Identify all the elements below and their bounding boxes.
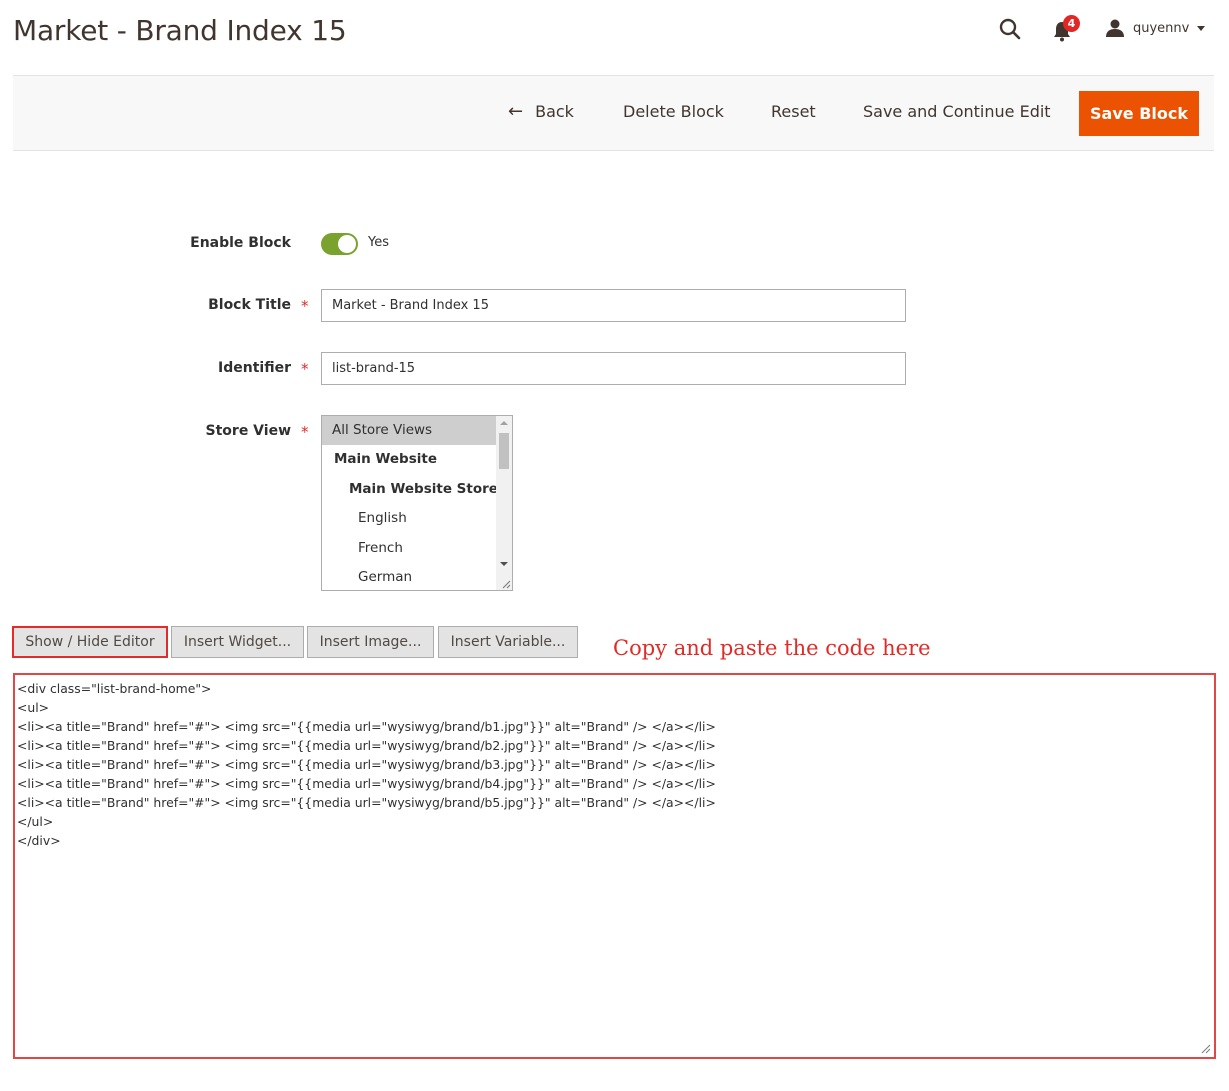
save-continue-button[interactable]: Save and Continue Edit [863, 89, 1051, 135]
store-option-all[interactable]: All Store Views [322, 416, 496, 446]
store-option-english[interactable]: English [322, 504, 496, 533]
show-hide-editor-button[interactable]: Show / Hide Editor [12, 626, 168, 658]
required-asterisk: * [301, 423, 309, 441]
insert-variable-button[interactable]: Insert Variable... [438, 626, 578, 658]
enable-block-toggle[interactable] [321, 233, 358, 255]
page-title: Market - Brand Index 15 [13, 14, 347, 47]
required-asterisk: * [301, 360, 309, 378]
code-line: <li><a title="Brand" href="#"> <img src=… [17, 776, 716, 791]
back-button[interactable]: ← Back [508, 89, 574, 135]
insert-widget-button[interactable]: Insert Widget... [171, 626, 304, 658]
required-asterisk: * [301, 297, 309, 315]
hint-annotation: Copy and paste the code here [613, 636, 931, 660]
reset-button[interactable]: Reset [771, 89, 816, 135]
code-line: </ul> [17, 814, 54, 829]
identifier-input[interactable] [321, 352, 906, 385]
store-list-scrollbar[interactable] [496, 416, 512, 590]
back-label: Back [535, 102, 574, 121]
block-title-label: Block Title [208, 297, 291, 313]
code-line: <li><a title="Brand" href="#"> <img src=… [17, 719, 716, 734]
scroll-up-icon[interactable] [500, 421, 508, 425]
insert-image-button[interactable]: Insert Image... [307, 626, 434, 658]
caret-down-icon [1197, 25, 1206, 31]
search-icon[interactable] [998, 17, 1022, 41]
enable-block-label: Enable Block [190, 235, 291, 251]
resize-grip-icon[interactable] [502, 580, 511, 589]
username: quyennv [1133, 20, 1190, 36]
identifier-label: Identifier [218, 360, 291, 376]
arrow-left-icon: ← [508, 101, 524, 122]
textarea-resize-icon[interactable] [1201, 1044, 1211, 1054]
code-line: <li><a title="Brand" href="#"> <img src=… [17, 795, 716, 810]
notification-badge: 4 [1063, 15, 1080, 32]
store-view-label: Store View [205, 423, 291, 439]
code-line: <li><a title="Brand" href="#"> <img src=… [17, 757, 716, 772]
store-option-main-website-store[interactable]: Main Website Store [322, 475, 498, 504]
enable-block-value: Yes [368, 235, 389, 250]
user-menu[interactable]: quyennv [1105, 16, 1206, 40]
code-line: <li><a title="Brand" href="#"> <img src=… [17, 738, 716, 753]
user-icon [1106, 19, 1124, 37]
code-line: <ul> [17, 700, 50, 715]
code-line: <div class="list-brand-home"> [17, 681, 212, 696]
notifications-button[interactable]: 4 [1051, 15, 1085, 44]
store-option-main-website[interactable]: Main Website [322, 445, 496, 474]
content-textarea[interactable]: <div class="list-brand-home"> <ul> <li><… [13, 673, 1216, 1059]
block-title-input[interactable] [321, 289, 906, 322]
store-view-multiselect[interactable]: All Store Views Main Website Main Websit… [321, 415, 513, 591]
toggle-knob [338, 235, 356, 253]
code-line: </div> [17, 833, 61, 848]
store-option-french[interactable]: French [322, 534, 496, 563]
save-block-button[interactable]: Save Block [1079, 91, 1199, 136]
store-option-german[interactable]: German [322, 563, 496, 590]
delete-block-button[interactable]: Delete Block [623, 89, 724, 135]
scroll-thumb[interactable] [499, 433, 509, 469]
page-actions-bar: ← Back Delete Block Reset Save and Contin… [13, 75, 1214, 151]
scroll-down-icon[interactable] [500, 562, 508, 566]
